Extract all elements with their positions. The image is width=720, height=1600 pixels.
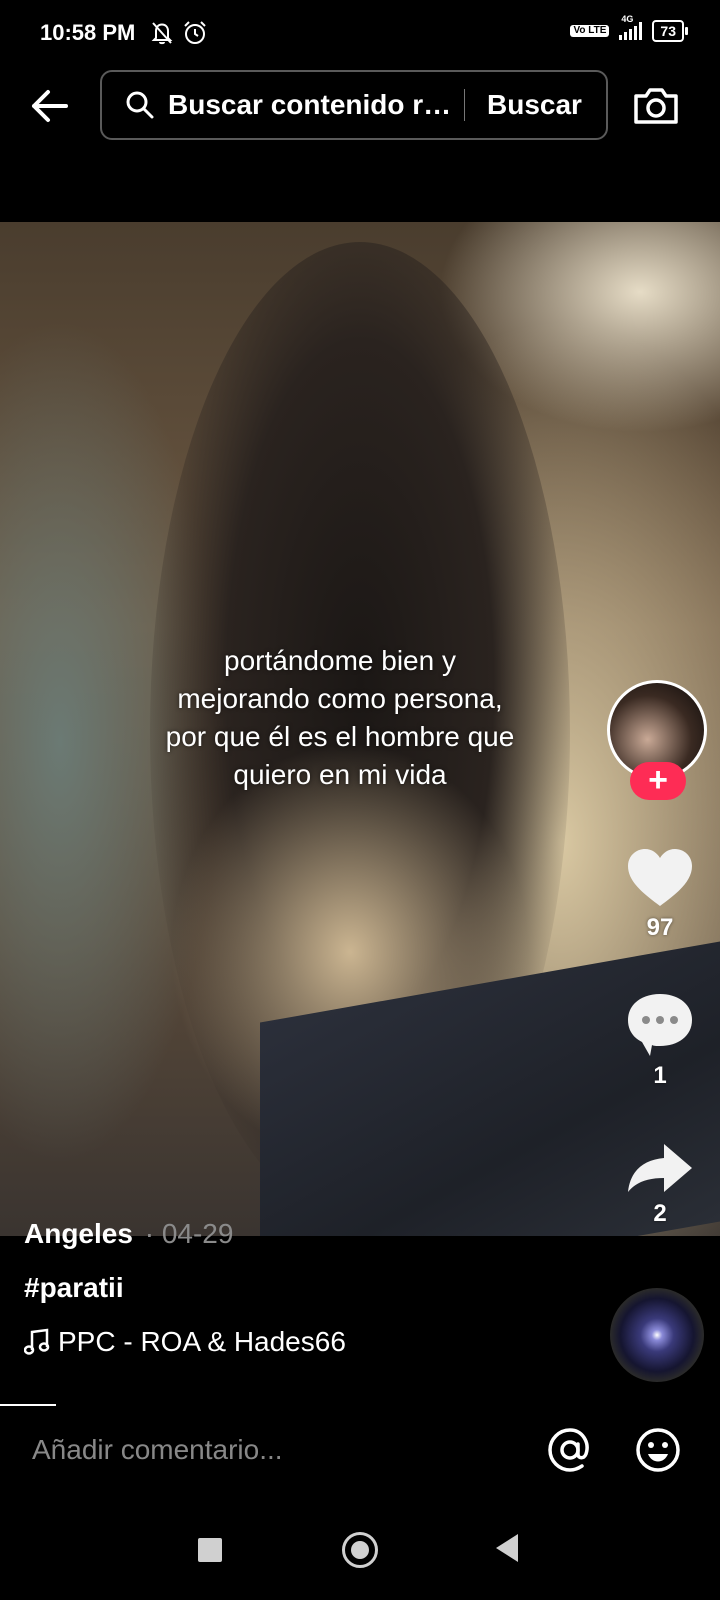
comment-icon bbox=[628, 994, 692, 1056]
caption-line: quiero en mi vida bbox=[233, 759, 447, 790]
alarm-icon bbox=[184, 21, 206, 44]
music-line[interactable]: PPC - ROA & Hades66 bbox=[24, 1326, 346, 1358]
share-arrow-icon bbox=[628, 1144, 692, 1192]
system-back-button[interactable] bbox=[496, 1534, 518, 1562]
comment-button[interactable]: 1 bbox=[612, 990, 708, 1090]
status-bar: 10:58 PM Vo LTE 4G 73 bbox=[0, 0, 720, 70]
search-button[interactable]: Buscar bbox=[487, 89, 582, 121]
post-date: · 04-29 bbox=[144, 1218, 234, 1249]
network-type: 4G bbox=[621, 14, 634, 24]
caption-line: por que él es el hombre que bbox=[165, 721, 515, 752]
video-progress bbox=[0, 1404, 56, 1406]
search-icon bbox=[126, 91, 154, 119]
search-box[interactable]: Buscar bbox=[100, 70, 608, 140]
search-header: Buscar bbox=[0, 70, 720, 142]
back-arrow-icon[interactable] bbox=[28, 84, 72, 128]
signal-icon: 4G bbox=[619, 14, 643, 40]
search-input[interactable] bbox=[168, 89, 458, 121]
music-note-icon bbox=[24, 1328, 50, 1355]
like-count: 97 bbox=[646, 914, 674, 941]
hashtag-link[interactable]: #paratii bbox=[24, 1272, 124, 1304]
search-divider bbox=[464, 89, 465, 121]
comment-bar bbox=[0, 1410, 720, 1510]
like-button[interactable]: 97 bbox=[612, 846, 708, 942]
video-caption: portándome bien y mejorando como persona… bbox=[120, 642, 560, 794]
author-line: Angeles · 04-29 bbox=[24, 1218, 233, 1250]
status-time: 10:58 PM bbox=[40, 20, 136, 45]
share-count: 2 bbox=[653, 1200, 667, 1227]
caption-line: portándome bien y bbox=[224, 645, 456, 676]
bell-off-icon bbox=[151, 22, 173, 45]
recents-button[interactable] bbox=[198, 1538, 222, 1562]
music-disc[interactable] bbox=[610, 1288, 704, 1382]
author-name[interactable]: Angeles bbox=[24, 1218, 133, 1249]
battery-icon: 73 bbox=[652, 20, 688, 42]
music-title: PPC - ROA & Hades66 bbox=[58, 1326, 346, 1357]
home-button[interactable] bbox=[342, 1532, 378, 1568]
caption-line: mejorando como persona, bbox=[177, 683, 503, 714]
camera-icon[interactable] bbox=[632, 84, 680, 128]
comment-input[interactable] bbox=[32, 1434, 472, 1466]
system-nav-bar bbox=[0, 1520, 720, 1600]
volte-icon: Vo LTE bbox=[570, 25, 610, 37]
at-mention-icon[interactable] bbox=[546, 1426, 594, 1474]
follow-button[interactable]: + bbox=[630, 762, 686, 800]
heart-icon bbox=[628, 849, 692, 906]
comment-count: 1 bbox=[653, 1062, 667, 1089]
share-button[interactable]: 2 bbox=[612, 1140, 708, 1228]
emoji-icon[interactable] bbox=[634, 1426, 682, 1474]
status-icons bbox=[150, 20, 208, 46]
